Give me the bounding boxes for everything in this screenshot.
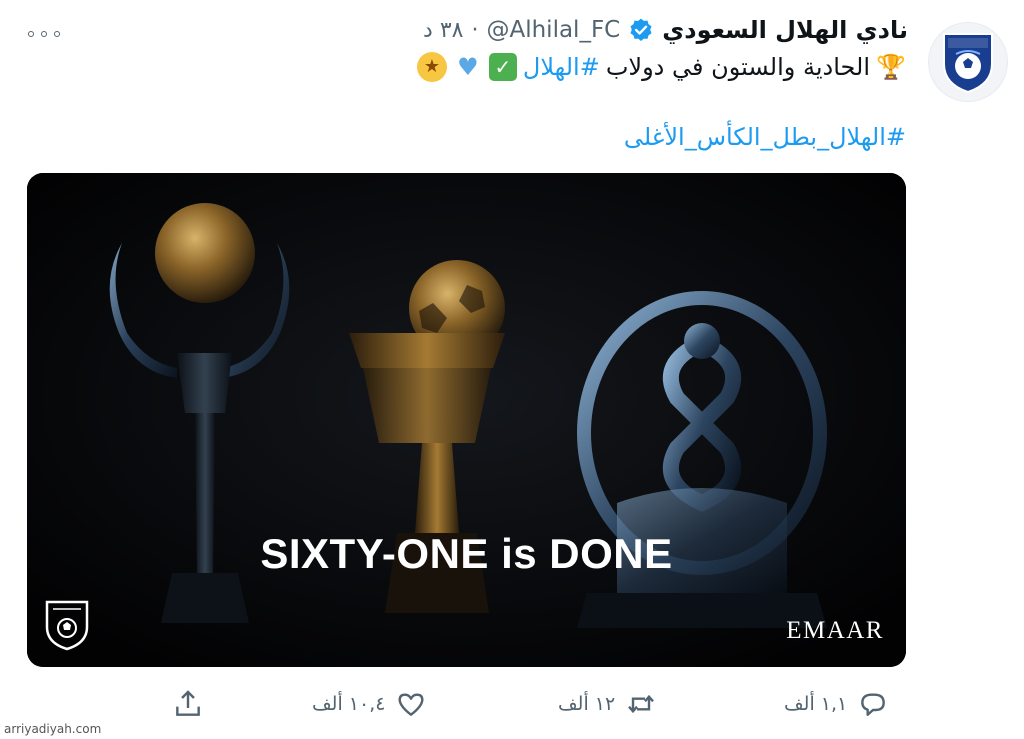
blue-heart-emoji-icon: ♥ bbox=[457, 53, 479, 81]
verified-badge-icon bbox=[630, 18, 652, 41]
trophies-image bbox=[27, 173, 906, 667]
tweet-media-image[interactable]: SIXTY-ONE is DONE EMAAR bbox=[27, 173, 906, 667]
more-options-button[interactable] bbox=[24, 22, 64, 46]
tweet-timestamp[interactable]: ٣٨ د bbox=[423, 18, 463, 43]
tweet-text: الحادية والستون في دولاب bbox=[605, 53, 870, 81]
display-name[interactable]: نادي الهلال السعودي bbox=[662, 16, 908, 44]
like-count: ١٠,٤ ألف bbox=[312, 693, 386, 715]
trophy-emoji-icon: 🏆 bbox=[876, 53, 906, 81]
user-handle[interactable]: @Alhilal_FC bbox=[486, 17, 620, 43]
share-button[interactable] bbox=[172, 684, 204, 724]
more-icon bbox=[28, 31, 34, 37]
hashtag-link[interactable]: #الهلال bbox=[523, 53, 600, 81]
watermark: arriyadiyah.com bbox=[4, 722, 102, 736]
hashtag-link[interactable]: #الهلال_بطل_الكأس_الأغلى bbox=[624, 123, 906, 151]
more-icon-dot bbox=[41, 31, 47, 37]
sponsor-logo: EMAAR bbox=[786, 617, 884, 644]
share-icon bbox=[176, 690, 200, 716]
star-struck-emoji-icon: ★ bbox=[416, 52, 447, 82]
check-emoji-icon: ✓ bbox=[488, 53, 517, 81]
media-caption: SIXTY-ONE is DONE bbox=[260, 530, 673, 577]
more-icon-dot bbox=[54, 31, 60, 37]
club-crest-icon bbox=[45, 600, 89, 651]
tweet-text-line: 🏆 الحادية والستون في دولاب #الهلال ✓ ♥ ★ bbox=[416, 52, 906, 82]
tweet-hashtag-line: #الهلال_بطل_الكأس_الأغلى bbox=[624, 123, 906, 151]
reply-icon bbox=[861, 693, 886, 716]
retweet-button[interactable]: ١٢ ألف bbox=[558, 684, 657, 724]
club-logo-icon bbox=[943, 33, 993, 94]
avatar[interactable] bbox=[928, 22, 1008, 102]
reply-count: ١,١ ألف bbox=[784, 693, 848, 715]
retweet-count: ١٢ ألف bbox=[558, 693, 616, 715]
retweet-icon bbox=[628, 694, 655, 714]
tweet-card[interactable]: نادي الهلال السعودي @Alhilal_FC · ٣٨ د 🏆… bbox=[0, 0, 1024, 739]
like-button[interactable]: ١٠,٤ ألف bbox=[312, 684, 427, 724]
like-icon bbox=[398, 693, 424, 716]
reply-button[interactable]: ١,١ ألف bbox=[784, 684, 889, 724]
tweet-header: نادي الهلال السعودي @Alhilal_FC · ٣٨ د bbox=[423, 16, 908, 44]
separator-dot: · bbox=[471, 17, 479, 43]
